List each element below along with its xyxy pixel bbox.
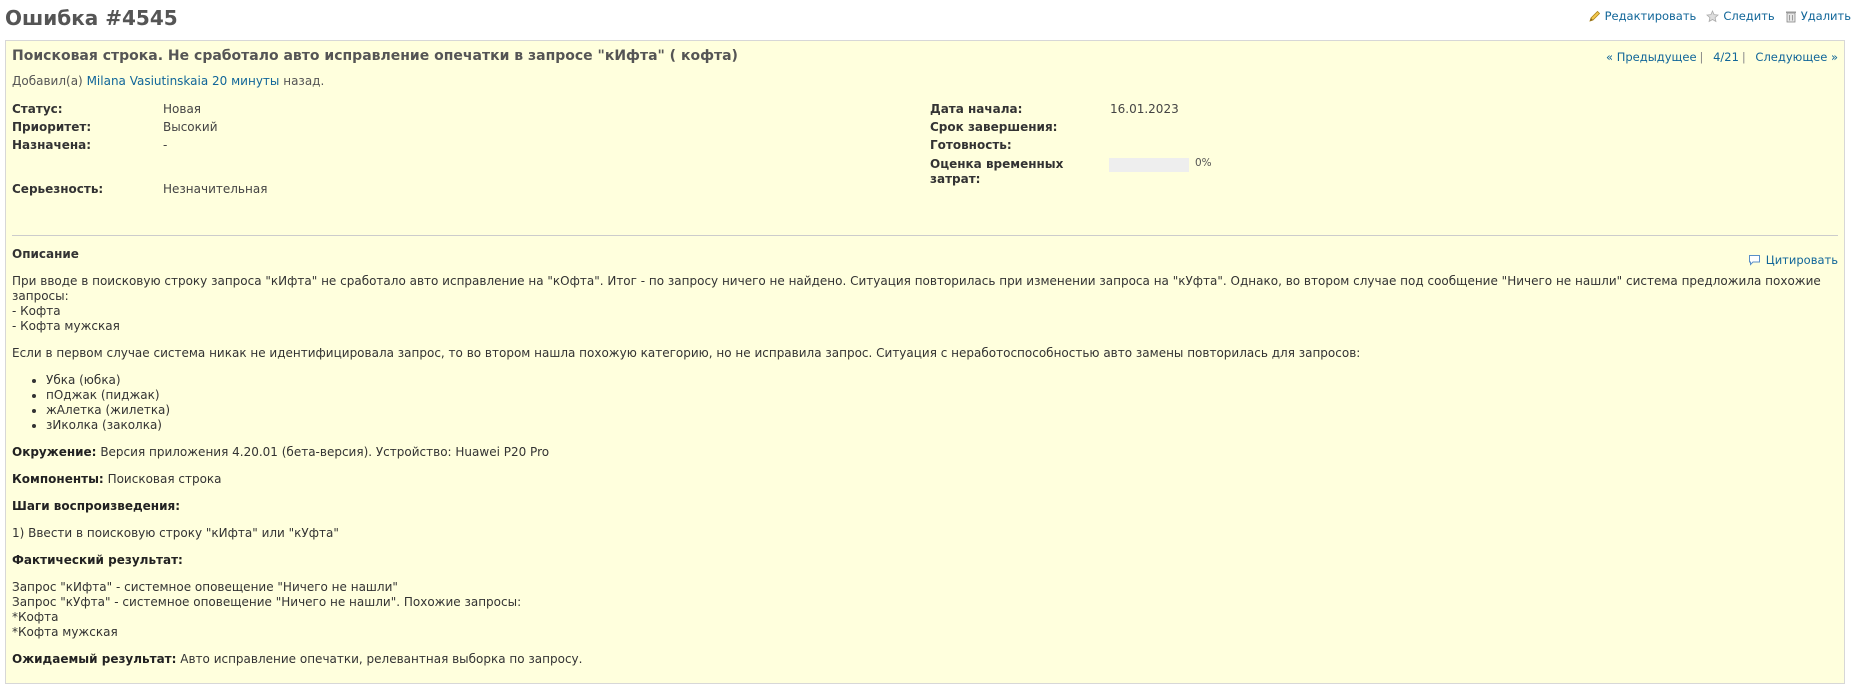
expected-label: Ожидаемый результат: <box>12 652 177 666</box>
attr-severity-label: Серьезность: <box>12 182 104 196</box>
actual-line-3: *Кофта <box>12 610 59 624</box>
author-link[interactable]: Milana Vasiutinskaia <box>87 74 209 88</box>
list-item: жАлетка (жилетка) <box>46 403 1822 418</box>
pencil-icon <box>1588 10 1600 22</box>
list-item: пОджак (пиджак) <box>46 388 1822 403</box>
environment-value: Версия приложения 4.20.01 (бета-версия).… <box>100 445 550 459</box>
progress-bar <box>1109 158 1189 172</box>
issue-position-link[interactable]: 4/21 <box>1713 50 1739 64</box>
intro-line-1: При вводе в поисковую строку запроса "кИ… <box>12 274 1821 288</box>
list-item: Убка (юбка) <box>46 373 1822 388</box>
divider <box>12 235 1838 236</box>
actual-label: Фактический результат: <box>12 553 183 567</box>
actual-result: Запрос "кИфта" - системное оповещение "Н… <box>12 580 1822 640</box>
delete-button[interactable]: Удалить <box>1785 9 1851 23</box>
issue-page: Ошибка #4545 Редактировать Следить Удали… <box>0 0 1853 684</box>
description-intro: При вводе в поисковую строку запроса "кИ… <box>12 274 1822 334</box>
attr-start-date-label: Дата начала: <box>930 102 1023 116</box>
issue-navigation: « Предыдущее | 4/21 | Следующее » <box>1606 50 1838 64</box>
issue-details: « Предыдущее | 4/21 | Следующее » Поискова… <box>5 40 1845 684</box>
environment-label: Окружение: <box>12 445 97 459</box>
attr-estimate-label-2: затрат: <box>930 172 981 186</box>
actual-line-4: *Кофта мужская <box>12 625 118 639</box>
attr-estimate-label-1: Оценка временных <box>930 157 1064 171</box>
attr-done-label: Готовность: <box>930 138 1012 152</box>
intro-line-2: запросы: <box>12 289 69 303</box>
expected-value: Авто исправление опечатки, релевантная в… <box>180 652 583 666</box>
time-suffix: назад. <box>283 74 325 88</box>
edit-button[interactable]: Редактировать <box>1588 9 1697 23</box>
next-issue-link[interactable]: Следующее » <box>1755 50 1838 64</box>
prev-issue-link[interactable]: « Предыдущее <box>1606 50 1696 64</box>
environment-line: Окружение: Версия приложения 4.20.01 (бе… <box>12 445 1822 460</box>
steps-heading: Шаги воспроизведения: <box>12 499 1822 514</box>
description-paragraph-2: Если в первом случае система никак не ид… <box>12 346 1361 360</box>
attr-assigned-value: - <box>163 138 168 152</box>
intro-line-3: - Кофта <box>12 304 61 318</box>
edit-label: Редактировать <box>1604 9 1697 23</box>
components-line: Компоненты: Поисковая строка <box>12 472 1822 487</box>
attr-start-date-value: 16.01.2023 <box>1110 102 1179 116</box>
actual-line-1: Запрос "кИфта" - системное оповещение "Н… <box>12 580 398 594</box>
issue-actions: Редактировать Следить Удалить <box>1588 9 1851 23</box>
delete-label: Удалить <box>1800 9 1851 23</box>
quote-label: Цитировать <box>1765 253 1838 267</box>
attr-priority-value: Высокий <box>163 120 218 134</box>
watch-label: Следить <box>1723 9 1775 23</box>
attr-status-label: Статус: <box>12 102 63 116</box>
components-label: Компоненты: <box>12 472 104 486</box>
components-value: Поисковая строка <box>107 472 222 486</box>
list-item: зИколка (заколка) <box>46 418 1822 433</box>
steps-label: Шаги воспроизведения: <box>12 499 180 513</box>
expected-line: Ожидаемый результат: Авто исправление оп… <box>12 652 1822 667</box>
description-body: При вводе в поисковую строку запроса "кИ… <box>12 274 1822 679</box>
page-title: Ошибка #4545 <box>5 6 178 30</box>
author-prefix: Добавил(а) <box>12 74 83 88</box>
watch-button[interactable]: Следить <box>1706 9 1775 23</box>
attr-severity-value: Незначительная <box>163 182 268 196</box>
attr-priority-label: Приоритет: <box>12 120 92 134</box>
time-link[interactable]: 20 минуты <box>212 74 279 88</box>
speech-bubble-icon <box>1748 255 1760 266</box>
intro-line-4: - Кофта мужская <box>12 319 120 333</box>
progress-percent: 0% <box>1195 157 1212 169</box>
star-icon <box>1706 9 1720 22</box>
attr-due-date-label: Срок завершения: <box>930 120 1058 134</box>
attr-assigned-label: Назначена: <box>12 138 92 152</box>
quote-button[interactable]: Цитировать <box>1748 253 1838 267</box>
description-title: Описание <box>12 247 79 261</box>
trash-icon <box>1785 11 1796 22</box>
actual-line-2: Запрос "кУфта" - системное оповещение "Н… <box>12 595 522 609</box>
attr-status-value: Новая <box>163 102 202 116</box>
issue-author-line: Добавил(а) Milana Vasiutinskaia 20 минут… <box>12 74 324 88</box>
typo-list: Убка (юбка) пОджак (пиджак) жАлетка (жил… <box>12 373 1822 433</box>
issue-subject: Поисковая строка. Не сработало авто испр… <box>12 48 738 64</box>
actual-heading: Фактический результат: <box>12 553 1822 568</box>
step-1: 1) Ввести в поисковую строку "кИфта" или… <box>12 526 339 540</box>
